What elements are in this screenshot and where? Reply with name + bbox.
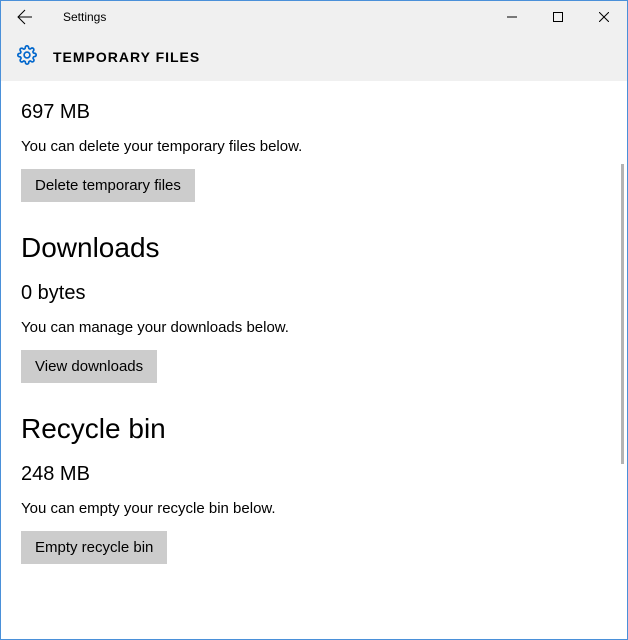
window-controls	[489, 1, 627, 33]
close-button[interactable]	[581, 1, 627, 33]
temp-description: You can delete your temporary files belo…	[21, 138, 607, 155]
empty-recycle-bin-button[interactable]: Empty recycle bin	[21, 531, 167, 564]
downloads-size: 0 bytes	[21, 282, 607, 305]
downloads-heading: Downloads	[21, 232, 607, 264]
temp-size: 697 MB	[21, 101, 607, 124]
minimize-icon	[507, 12, 517, 22]
delete-temp-files-button[interactable]: Delete temporary files	[21, 169, 195, 202]
minimize-button[interactable]	[489, 1, 535, 33]
scrollbar-thumb[interactable]	[621, 164, 624, 464]
page-header: TEMPORARY FILES	[1, 33, 627, 81]
page-heading: TEMPORARY FILES	[53, 49, 200, 65]
maximize-button[interactable]	[535, 1, 581, 33]
view-downloads-button[interactable]: View downloads	[21, 350, 157, 383]
back-button[interactable]	[1, 1, 49, 33]
window-title: Settings	[63, 10, 106, 24]
recycle-heading: Recycle bin	[21, 413, 607, 445]
recycle-description: You can empty your recycle bin below.	[21, 500, 607, 517]
arrow-left-icon	[17, 9, 33, 25]
titlebar: Settings	[1, 1, 627, 33]
recycle-size: 248 MB	[21, 463, 607, 486]
maximize-icon	[553, 12, 563, 22]
close-icon	[599, 12, 609, 22]
downloads-description: You can manage your downloads below.	[21, 319, 607, 336]
content-area: 697 MB You can delete your temporary fil…	[1, 81, 627, 639]
gear-icon	[17, 45, 37, 70]
